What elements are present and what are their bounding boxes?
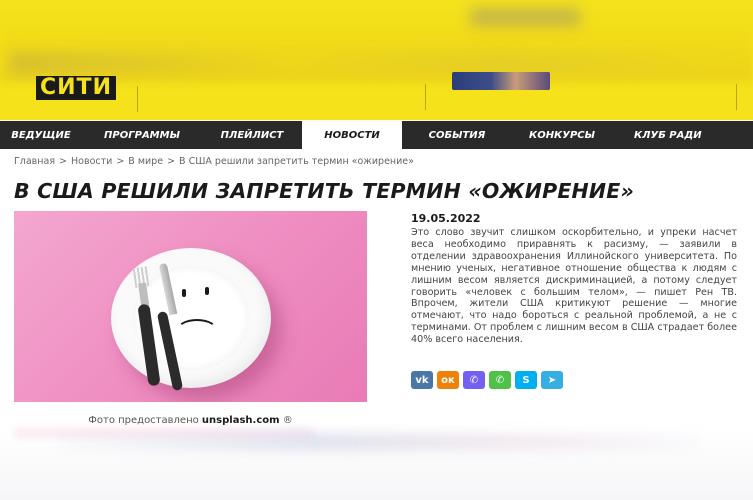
- nav-item-news[interactable]: НОВОСТИ: [302, 121, 402, 149]
- vk-icon[interactable]: vk: [411, 371, 433, 389]
- nav-item-hosts[interactable]: ВЕДУЩИЕ: [0, 121, 82, 149]
- article-title: В США РЕШИЛИ ЗАПРЕТИТЬ ТЕРМИН «ОЖИРЕНИЕ»: [14, 179, 634, 203]
- nav-item-programs[interactable]: ПРОГРАММЫ: [82, 121, 202, 149]
- breadcrumb-home[interactable]: Главная: [14, 156, 55, 167]
- odnoklassniki-icon[interactable]: ок: [437, 371, 459, 389]
- telegram-icon[interactable]: ➤: [541, 371, 563, 389]
- breadcrumb-separator: >: [116, 156, 125, 167]
- bottom-blur-smudge: [60, 434, 700, 450]
- sad-face-eye: [205, 287, 209, 295]
- photo-caption-prefix: Фото предоставлено: [88, 415, 199, 426]
- skype-icon[interactable]: S: [515, 371, 537, 389]
- viber-icon[interactable]: ✆: [463, 371, 485, 389]
- site-logo[interactable]: СИТИ: [36, 76, 116, 100]
- article-body: Это слово звучит слишком оскорбительно, …: [411, 227, 737, 346]
- article-photo: [14, 211, 367, 402]
- breadcrumb-separator: >: [59, 156, 68, 167]
- header-blur-streak: [470, 8, 580, 26]
- photo-caption-suffix: ®: [282, 415, 293, 426]
- sad-face-mouth: [176, 319, 218, 343]
- photo-caption: Фото предоставлено unsplash.com ®: [14, 415, 367, 426]
- photo-caption-source[interactable]: unsplash.com: [202, 415, 280, 426]
- breadcrumb-news[interactable]: Новости: [71, 156, 112, 167]
- share-buttons: vk ок ✆ ✆ S ➤: [411, 371, 563, 389]
- breadcrumb-world[interactable]: В мире: [128, 156, 163, 167]
- header-blur-streak: [10, 52, 710, 74]
- breadcrumb: Главная > Новости > В мире > В США решили запр…: [14, 156, 414, 167]
- nav-item-radio-club[interactable]: КЛУБ РАДИ: [612, 121, 753, 149]
- main-nav: ВЕДУЩИЕ ПРОГРАММЫ ПЛЕЙЛИСТ НОВОСТИ СОБЫТ…: [0, 121, 753, 149]
- article-date: 19.05.2022: [411, 212, 481, 225]
- header-divider: [736, 84, 737, 110]
- nav-item-contests[interactable]: КОНКУРСЫ: [512, 121, 612, 149]
- site-header: СИТИ: [0, 0, 753, 120]
- breadcrumb-separator: >: [167, 156, 176, 167]
- nav-item-playlist[interactable]: ПЛЕЙЛИСТ: [202, 121, 302, 149]
- whatsapp-icon[interactable]: ✆: [489, 371, 511, 389]
- host-photo[interactable]: [452, 72, 550, 90]
- breadcrumb-current: В США решили запретить термин «ожирение»: [179, 156, 414, 167]
- nav-item-events[interactable]: СОБЫТИЯ: [402, 121, 512, 149]
- sad-face-eye: [182, 289, 186, 297]
- header-divider: [137, 86, 138, 112]
- header-divider: [425, 84, 426, 110]
